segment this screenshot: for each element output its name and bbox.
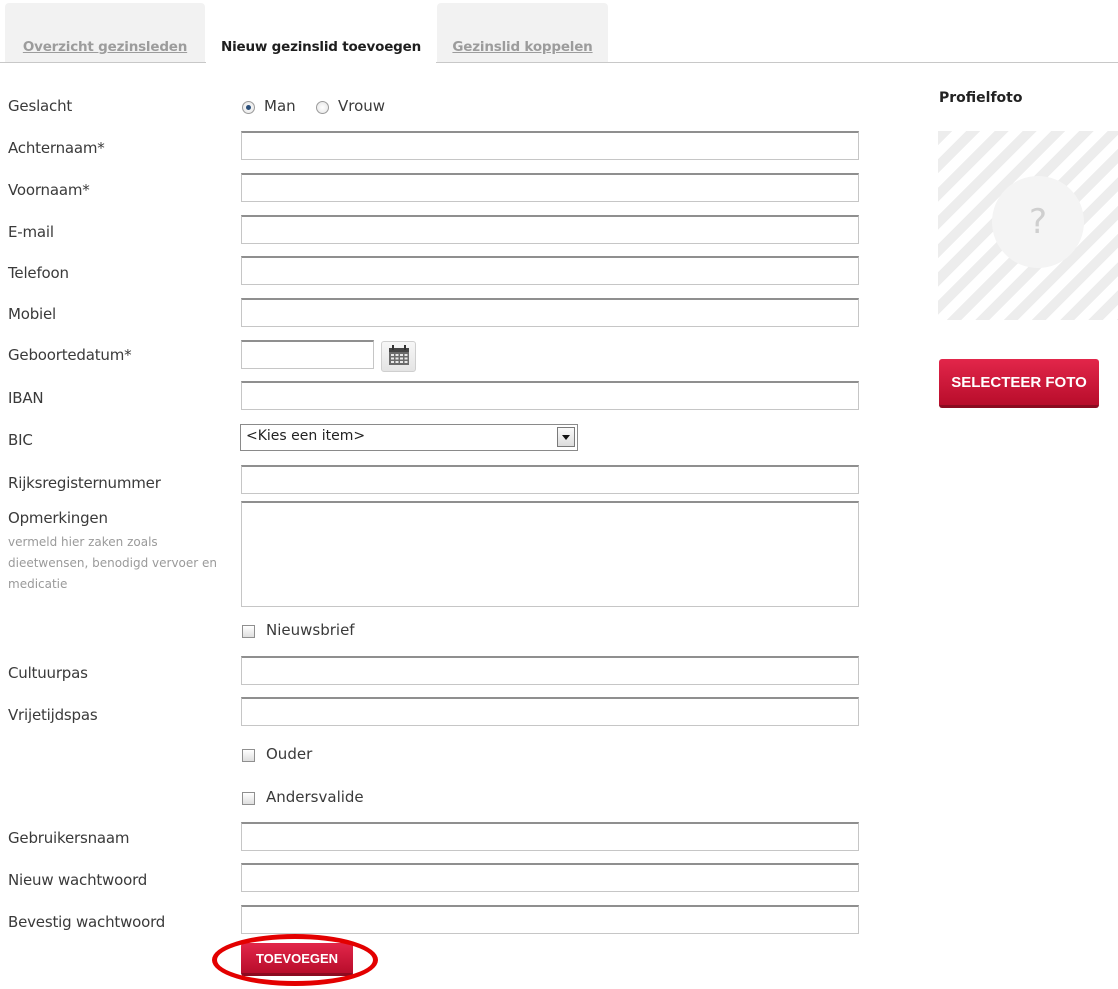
username-field[interactable] <box>241 822 859 851</box>
newsletter-label: Nieuwsbrief <box>266 621 355 639</box>
tab-bar: Overzicht gezinsleden Gezinslid koppelen… <box>0 0 1118 64</box>
birthdate-label: Geboortedatum* <box>8 346 132 364</box>
select-photo-button[interactable]: SELECTEER FOTO <box>939 359 1099 408</box>
profile-photo-frame: ? <box>938 131 1118 320</box>
remarks-hint: vermeld hier zaken zoals dieetwensen, be… <box>8 535 218 591</box>
newpass-label: Nieuw wachtwoord <box>8 871 148 889</box>
cultuurpas-field[interactable] <box>241 656 859 685</box>
email-label: E-mail <box>8 223 54 241</box>
confirm-password-field[interactable] <box>241 905 859 934</box>
tab-nieuw-gezinslid-toevoegen[interactable]: Nieuw gezinslid toevoegen <box>206 3 436 64</box>
remarks-textarea[interactable] <box>241 501 859 607</box>
vrijetijdspas-label: Vrijetijdspas <box>8 706 98 724</box>
phone-label: Telefoon <box>8 264 69 282</box>
tab-gezinslid-koppelen[interactable]: Gezinslid koppelen <box>437 3 608 63</box>
disabled-checkbox[interactable] <box>242 792 255 805</box>
mobile-field[interactable] <box>241 298 859 327</box>
mobile-label: Mobiel <box>8 305 57 323</box>
disabled-label: Andersvalide <box>266 788 364 806</box>
tab-label: Gezinslid koppelen <box>452 39 593 55</box>
add-member-button[interactable]: TOEVOEGEN <box>241 943 353 976</box>
birthdate-field[interactable] <box>241 340 374 369</box>
bic-selected-value: <Kies een item> <box>246 428 366 444</box>
gender-option-label: Man <box>264 97 296 115</box>
firstname-label: Voornaam* <box>8 181 90 199</box>
gender-label: Geslacht <box>8 97 73 115</box>
rrn-field[interactable] <box>241 465 859 494</box>
parent-label: Ouder <box>266 745 313 763</box>
phone-field[interactable] <box>241 256 859 285</box>
tab-overzicht-gezinsleden[interactable]: Overzicht gezinsleden <box>5 3 205 63</box>
tab-label: Overzicht gezinsleden <box>22 39 188 55</box>
calendar-icon <box>389 345 409 365</box>
email-field[interactable] <box>241 215 859 244</box>
firstname-field[interactable] <box>241 173 859 202</box>
iban-label: IBAN <box>8 389 44 407</box>
calendar-button[interactable] <box>381 341 416 372</box>
profile-photo-title: Profielfoto <box>939 90 1023 106</box>
bic-select[interactable]: <Kies een item> <box>240 424 578 451</box>
vrijetijdspas-field[interactable] <box>241 697 859 726</box>
lastname-field[interactable] <box>241 131 859 160</box>
tab-divider <box>0 62 1118 63</box>
username-label: Gebruikersnaam <box>8 829 130 847</box>
remarks-label: Opmerkingen <box>8 509 108 527</box>
cultuurpas-label: Cultuurpas <box>8 664 88 682</box>
gender-radio-vrouw[interactable] <box>316 101 329 114</box>
tab-label: Nieuw gezinslid toevoegen <box>221 39 421 55</box>
iban-field[interactable] <box>241 381 859 410</box>
gender-radio-man[interactable] <box>242 101 255 114</box>
chevron-down-icon[interactable] <box>557 427 575 447</box>
rrn-label: Rijksregisternummer <box>8 474 161 492</box>
newsletter-checkbox[interactable] <box>242 625 255 638</box>
bic-label: BIC <box>8 431 33 449</box>
new-password-field[interactable] <box>241 863 859 892</box>
photo-placeholder-icon: ? <box>992 176 1084 268</box>
lastname-label: Achternaam* <box>8 139 105 157</box>
parent-checkbox[interactable] <box>242 749 255 762</box>
confirmpass-label: Bevestig wachtwoord <box>8 913 166 931</box>
gender-option-label: Vrouw <box>338 97 386 115</box>
